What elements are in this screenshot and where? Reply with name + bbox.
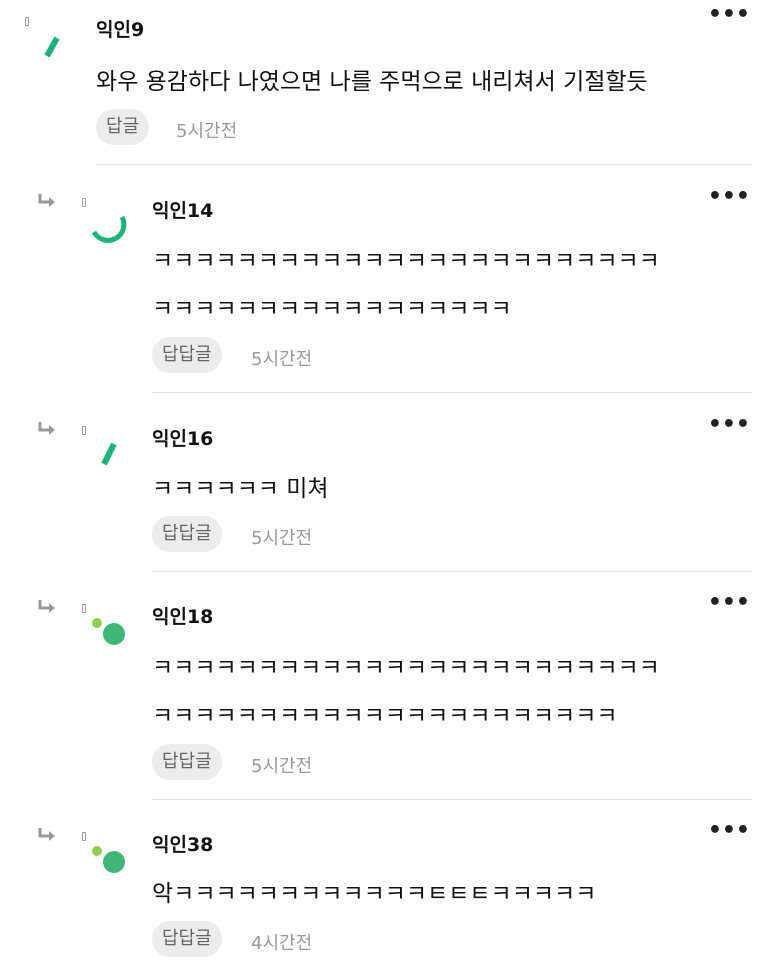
username[interactable]: 익인38 — [152, 830, 213, 857]
timestamp: 5시간전 — [176, 121, 238, 142]
comment-text: ㅋㅋㅋㅋㅋㅋㅋㅋㅋㅋㅋㅋㅋㅋㅋㅋㅋㅋㅋㅋㅋㅋ — [152, 703, 618, 729]
reply-button[interactable]: 답글 — [96, 109, 150, 145]
more-options-icon[interactable]: ••• — [708, 414, 750, 436]
comment-text: ㅋㅋㅋㅋㅋㅋㅋㅋㅋㅋㅋㅋㅋㅋㅋㅋㅋㅋㅋㅋㅋㅋㅋㅋ — [152, 248, 660, 274]
timestamp: 5시간전 — [251, 528, 313, 549]
stripe-icon — [25, 17, 29, 26]
avatar-green-slash-icon[interactable] — [30, 22, 90, 82]
timestamp: 4시간전 — [251, 933, 313, 954]
reply-arrow-icon — [38, 600, 55, 613]
timestamp: 5시간전 — [251, 756, 313, 777]
avatar-green-dots-icon[interactable] — [84, 606, 144, 666]
more-options-icon[interactable]: ••• — [708, 592, 750, 614]
reply-button[interactable]: 답답글 — [152, 337, 222, 373]
username[interactable]: 익인14 — [152, 196, 213, 223]
username[interactable]: 익인9 — [96, 15, 144, 42]
comment-text: 와우 용감하다 나였으면 나를 주먹으로 내리쳐서 기절할듯 — [96, 69, 648, 95]
avatar-green-dots-icon[interactable] — [84, 834, 144, 894]
avatar-green-arc-icon[interactable] — [84, 200, 144, 260]
more-options-icon[interactable]: ••• — [708, 820, 750, 842]
more-options-icon[interactable]: ••• — [708, 4, 750, 26]
reply-arrow-icon — [38, 828, 55, 841]
divider — [152, 392, 752, 393]
reply-arrow-icon — [38, 194, 55, 207]
username[interactable]: 익인18 — [152, 602, 213, 629]
divider — [152, 799, 752, 800]
timestamp: 5시간전 — [251, 349, 313, 370]
more-options-icon[interactable]: ••• — [708, 186, 750, 208]
comment-text: ㅋㅋㅋㅋㅋㅋㅋㅋㅋㅋㅋㅋㅋㅋㅋㅋㅋ — [152, 296, 512, 322]
reply-button[interactable]: 답답글 — [152, 921, 222, 957]
comment-text: ㅋㅋㅋㅋㅋㅋ 미쳐 — [152, 476, 329, 502]
username[interactable]: 익인16 — [152, 424, 213, 451]
divider — [152, 571, 752, 572]
avatar-green-slash-icon[interactable] — [86, 428, 146, 488]
divider — [96, 164, 752, 165]
comment-text: ㅋㅋㅋㅋㅋㅋㅋㅋㅋㅋㅋㅋㅋㅋㅋㅋㅋㅋㅋㅋㅋㅋㅋㅋ — [152, 655, 660, 681]
reply-button[interactable]: 답답글 — [152, 516, 222, 552]
reply-arrow-icon — [38, 422, 55, 435]
comment-text: 악ㅋㅋㅋㅋㅋㅋㅋㅋㅋㅋㅋㅋㅌㅌㅌㅋㅋㅋㅋㅋ — [152, 881, 597, 907]
reply-button[interactable]: 답답글 — [152, 744, 222, 780]
